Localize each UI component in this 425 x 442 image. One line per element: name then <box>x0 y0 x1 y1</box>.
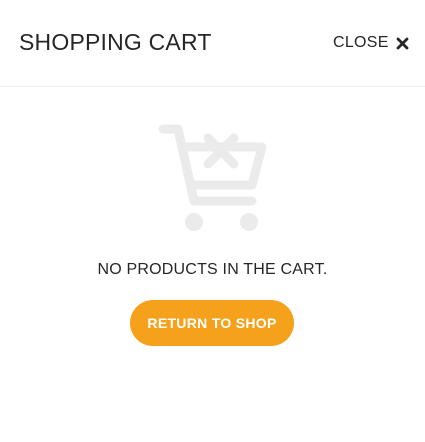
close-icon <box>396 37 409 50</box>
cart-header: SHOPPING CART CLOSE <box>0 0 425 87</box>
return-to-shop-button[interactable]: RETURN TO SHOP <box>130 300 294 346</box>
cart-title: SHOPPING CART <box>19 29 212 55</box>
empty-cart-icon <box>156 121 270 237</box>
shopping-cart-panel: SHOPPING CART CLOSE NO PRODUCTS IN THE C… <box>0 0 425 442</box>
empty-cart-message: NO PRODUCTS IN THE CART. <box>97 261 328 278</box>
close-label: CLOSE <box>333 34 389 51</box>
close-button[interactable]: CLOSE <box>333 32 409 54</box>
